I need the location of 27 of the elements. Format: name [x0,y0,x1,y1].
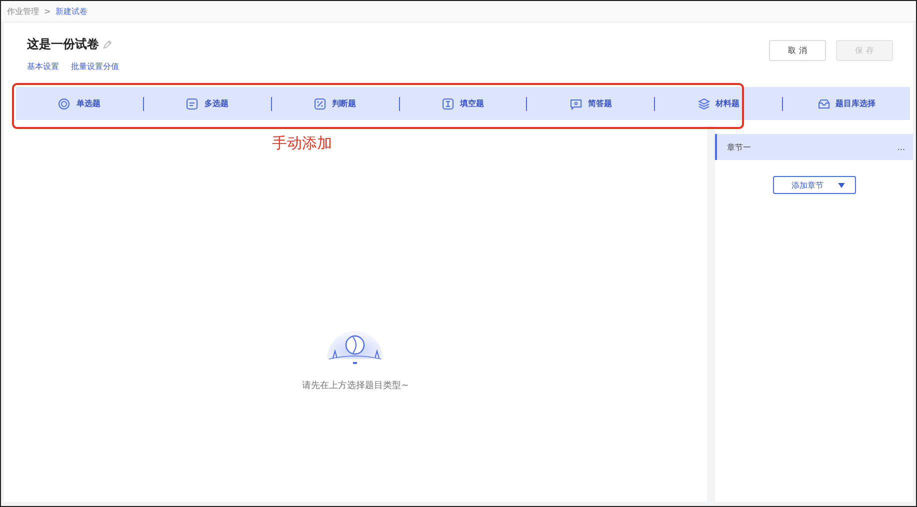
breadcrumb-link[interactable]: 作业管理 [7,6,39,16]
add-chapter-button[interactable]: 添加章节 [772,176,856,194]
annotation-label: 手动添加 [272,134,332,153]
question-type-button[interactable]: 判断题 [272,98,399,110]
text-cursor-icon [442,98,454,110]
layers-icon [698,98,710,110]
question-type-button[interactable]: 题目库选择 [783,98,910,110]
percent-icon [314,98,326,110]
question-box-icon [570,98,582,110]
question-type-button[interactable]: 填空题 [400,98,526,110]
chapter-item[interactable]: 章节一 ... [715,134,913,160]
question-type-button[interactable]: 材料题 [655,98,782,110]
pencil-icon[interactable] [103,40,112,49]
inbox-icon [818,98,830,110]
caret-icon [838,182,844,188]
cancel-button[interactable]: 取 消 [769,40,826,61]
question-type-button[interactable]: 多选题 [144,98,271,110]
breadcrumb-separator: > [44,6,51,16]
settings-link[interactable]: 基本设置 [27,61,59,72]
breadcrumb-link[interactable]: 新建试卷 [56,6,88,16]
empty-message: 请先在上方选择题目类型~ [302,380,409,392]
paper-title: 这是一份试卷 [27,36,99,53]
question-type-button[interactable]: 简答题 [527,98,654,110]
settings-link[interactable]: 批量设置分值 [71,61,119,72]
question-type-button[interactable]: 单选题 [16,98,143,110]
radio-icon [58,98,70,110]
checkbox-icon [186,98,198,110]
